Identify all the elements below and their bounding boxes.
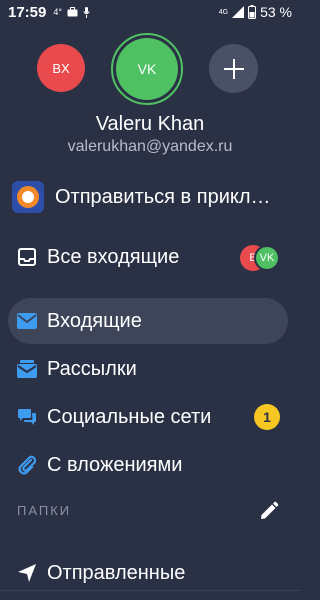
status-time: 17:59 (8, 3, 47, 21)
temperature-text: 4° (53, 7, 62, 17)
all-inbox-item[interactable]: Все входящие B VK (0, 236, 300, 278)
sent-item[interactable]: Отправленные (0, 552, 300, 594)
account-avatar-secondary[interactable]: BX (37, 44, 85, 92)
all-inbox-accounts: B VK (240, 245, 290, 271)
sent-label: Отправленные (47, 561, 186, 584)
mini-avatar-vk: VK (254, 245, 280, 271)
battery-icon (248, 5, 257, 19)
attachments-item[interactable]: С вложениями (0, 444, 300, 486)
network-type: 4G (218, 8, 229, 16)
status-bar: 17:59 4° 4G 53 % (0, 0, 300, 24)
signal-icon (232, 6, 245, 18)
envelope-icon (16, 310, 38, 332)
pencil-icon (261, 501, 279, 519)
lifebuoy-icon (12, 181, 44, 213)
mailings-label: Рассылки (47, 357, 137, 380)
all-inbox-label: Все входящие (47, 245, 180, 268)
plus-icon (223, 58, 244, 79)
add-account-button[interactable] (209, 44, 258, 93)
briefcase-icon (67, 7, 78, 17)
account-avatar-current[interactable]: VK (116, 38, 178, 100)
mailings-icon (16, 358, 38, 380)
user-email: valerukhan@yandex.ru (67, 138, 233, 155)
edit-folders-button[interactable] (258, 500, 280, 522)
chat-bubbles-icon (16, 406, 38, 428)
folders-section-title: ПАПКИ (17, 503, 72, 518)
status-system-icons: 4G 53 % (219, 4, 292, 20)
mailings-item[interactable]: Рассылки (0, 348, 300, 390)
microphone-icon (83, 6, 90, 18)
account-initials-secondary: BX (52, 60, 70, 76)
inbox-label: Входящие (47, 309, 142, 332)
paperclip-icon (16, 454, 38, 476)
divider (0, 590, 300, 591)
tray-icon (16, 246, 38, 268)
social-item[interactable]: Социальные сети 1 (0, 396, 300, 438)
attachments-label: С вложениями (47, 453, 183, 476)
social-label: Социальные сети (47, 405, 212, 428)
user-name: Valeru Khan (95, 113, 205, 135)
unread-badge: 1 (254, 404, 280, 430)
send-icon (16, 562, 38, 584)
status-notification-icons: 4° (53, 6, 90, 18)
battery-percent: 53 % (260, 4, 292, 20)
inbox-item[interactable]: Входящие (0, 300, 300, 342)
promo-label: Отправиться в приключение (55, 185, 283, 208)
account-initials-current: VK (137, 61, 157, 77)
promo-item[interactable]: Отправиться в приключение (0, 176, 300, 218)
